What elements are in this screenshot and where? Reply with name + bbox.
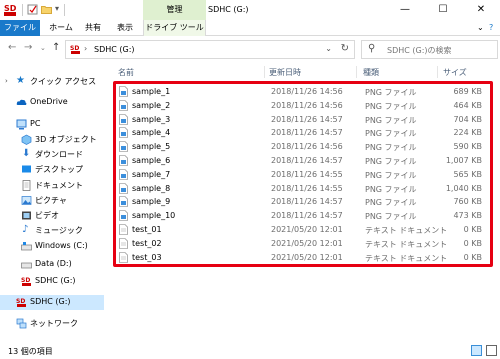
- quick-access-dropdown-icon[interactable]: ▾: [55, 4, 59, 13]
- desktop-icon: [22, 165, 31, 173]
- pictures-icon: [21, 196, 32, 205]
- properties-icon[interactable]: [27, 4, 38, 15]
- sidebar-item-label: Windows (C:): [35, 241, 88, 250]
- sidebar-item-documents[interactable]: ドキュメント: [0, 178, 104, 193]
- chevron-right-icon[interactable]: ›: [5, 77, 16, 88]
- column-header-date[interactable]: 更新日時: [269, 67, 301, 78]
- svg-text:SD: SD: [21, 277, 30, 284]
- sidebar-item-quick-access[interactable]: › ★ クイック アクセス: [0, 74, 104, 89]
- download-icon: ⬇: [22, 148, 31, 159]
- sidebar-item-label: デスクトップ: [35, 165, 83, 174]
- column-header-type[interactable]: 種類: [363, 67, 379, 78]
- sidebar-item-label: SDHC (G:): [30, 297, 71, 306]
- recent-locations-icon[interactable]: ⌄: [40, 44, 46, 52]
- search-icon: ⚲: [368, 43, 376, 54]
- sidebar-item-label: PC: [30, 119, 41, 128]
- network-icon: [16, 318, 27, 329]
- back-arrow-icon[interactable]: ←: [8, 42, 16, 53]
- sidebar-item-network[interactable]: ネットワーク: [0, 316, 104, 331]
- sidebar-item-sdhc-g-selected[interactable]: SD SDHC (G:): [0, 295, 104, 310]
- forward-arrow-icon[interactable]: →: [24, 42, 32, 53]
- sidebar-item-label: ドキュメント: [35, 181, 83, 190]
- sidebar-item-onedrive[interactable]: OneDrive: [0, 95, 104, 110]
- video-icon: [22, 211, 31, 220]
- sidebar-item-label: ビデオ: [35, 211, 59, 220]
- up-arrow-icon[interactable]: ↑: [52, 42, 60, 53]
- sidebar-item-label: ダウンロード: [35, 150, 83, 159]
- svg-text:SD: SD: [70, 45, 79, 52]
- address-bar[interactable]: SD › SDHC (G:) ⌄ ↻: [65, 40, 355, 59]
- navigation-pane: › ★ クイック アクセス OneDrive PC 3D オブジェクト ⬇ ダウ…: [0, 62, 104, 342]
- drive-icon: [21, 262, 32, 269]
- tab-share[interactable]: 共有: [80, 20, 106, 36]
- column-divider[interactable]: [437, 66, 438, 78]
- tab-home[interactable]: ホーム: [43, 20, 79, 36]
- highlight-box: [113, 81, 493, 267]
- search-placeholder: SDHC (G:)の検索: [387, 46, 452, 55]
- tab-file[interactable]: ファイル: [0, 20, 40, 36]
- pc-icon: [16, 119, 27, 130]
- sidebar-item-pictures[interactable]: ピクチャ: [0, 193, 104, 208]
- column-header-size[interactable]: サイズ: [443, 67, 467, 78]
- sidebar-item-pc[interactable]: PC: [0, 117, 104, 132]
- status-bar: 13 個の項目: [0, 342, 500, 359]
- tab-manage[interactable]: 管理: [143, 0, 206, 20]
- sd-card-icon: SD: [70, 44, 81, 55]
- refresh-icon[interactable]: ↻: [341, 43, 349, 54]
- column-divider[interactable]: [264, 66, 265, 78]
- sidebar-item-label: OneDrive: [30, 97, 68, 106]
- svg-text:SD: SD: [4, 4, 17, 13]
- cube-icon: [21, 134, 32, 145]
- sidebar-item-label: Data (D:): [35, 259, 72, 268]
- sidebar-item-3d-objects[interactable]: 3D オブジェクト: [0, 132, 104, 147]
- sidebar-item-data-d[interactable]: Data (D:): [0, 257, 104, 272]
- cloud-icon: [16, 99, 27, 105]
- sidebar-item-label: ネットワーク: [30, 319, 78, 328]
- sidebar-item-downloads[interactable]: ⬇ ダウンロード: [0, 147, 104, 162]
- drive-icon: [21, 242, 32, 251]
- tab-drive-tools[interactable]: ドライブ ツール: [143, 20, 206, 36]
- details-view-icon[interactable]: [471, 345, 482, 356]
- expand-ribbon-icon[interactable]: ⌄: [477, 23, 484, 32]
- minimize-button[interactable]: —: [386, 0, 424, 20]
- window-title: SDHC (G:): [208, 5, 249, 14]
- tab-view[interactable]: 表示: [110, 20, 140, 36]
- breadcrumb[interactable]: SDHC (G:): [94, 45, 135, 54]
- maximize-button[interactable]: ☐: [424, 0, 462, 20]
- item-count: 13 個の項目: [8, 347, 53, 356]
- sidebar-item-music[interactable]: ♪ ミュージック: [0, 223, 104, 238]
- sidebar-item-videos[interactable]: ビデオ: [0, 208, 104, 223]
- close-button[interactable]: ✕: [462, 0, 500, 20]
- sidebar-item-desktop[interactable]: デスクトップ: [0, 162, 104, 177]
- help-icon[interactable]: ?: [489, 23, 493, 32]
- sd-logo-icon: SD: [3, 3, 17, 17]
- column-header-name[interactable]: 名前: [118, 67, 134, 78]
- sidebar-item-sdhc-g[interactable]: SD SDHC (G:): [0, 274, 104, 289]
- star-icon: ★: [16, 75, 25, 86]
- title-bar: SD ▾ 管理 SDHC (G:) — ☐ ✕: [0, 0, 500, 20]
- navigation-bar: ← → ⌄ ↑ SD › SDHC (G:) ⌄ ↻ ⚲ SDHC (G:)の検…: [0, 36, 500, 62]
- new-folder-icon[interactable]: [41, 4, 52, 15]
- column-divider[interactable]: [356, 66, 357, 78]
- sidebar-item-windows-c[interactable]: Windows (C:): [0, 239, 104, 254]
- sidebar-item-label: ピクチャ: [35, 196, 67, 205]
- documents-icon: [22, 180, 31, 191]
- search-input[interactable]: ⚲ SDHC (G:)の検索: [361, 40, 498, 59]
- large-icons-view-icon[interactable]: [486, 345, 497, 356]
- music-icon: ♪: [22, 224, 29, 235]
- sidebar-item-label: SDHC (G:): [35, 276, 76, 285]
- chevron-down-icon[interactable]: ⌄: [325, 44, 332, 53]
- sidebar-item-label: ミュージック: [35, 226, 83, 235]
- toolbar-separator: [22, 4, 23, 16]
- sidebar-item-label: クイック アクセス: [30, 77, 97, 86]
- sd-card-icon: SD: [21, 277, 31, 286]
- toolbar-separator: [64, 4, 65, 16]
- svg-text:SD: SD: [16, 298, 25, 305]
- sidebar-item-label: 3D オブジェクト: [35, 135, 97, 144]
- breadcrumb-chevron-icon[interactable]: ›: [84, 44, 87, 53]
- sd-card-icon: SD: [16, 298, 26, 307]
- ribbon-tabs: ファイル ホーム 共有 表示 ドライブ ツール ⌄ ?: [0, 20, 500, 36]
